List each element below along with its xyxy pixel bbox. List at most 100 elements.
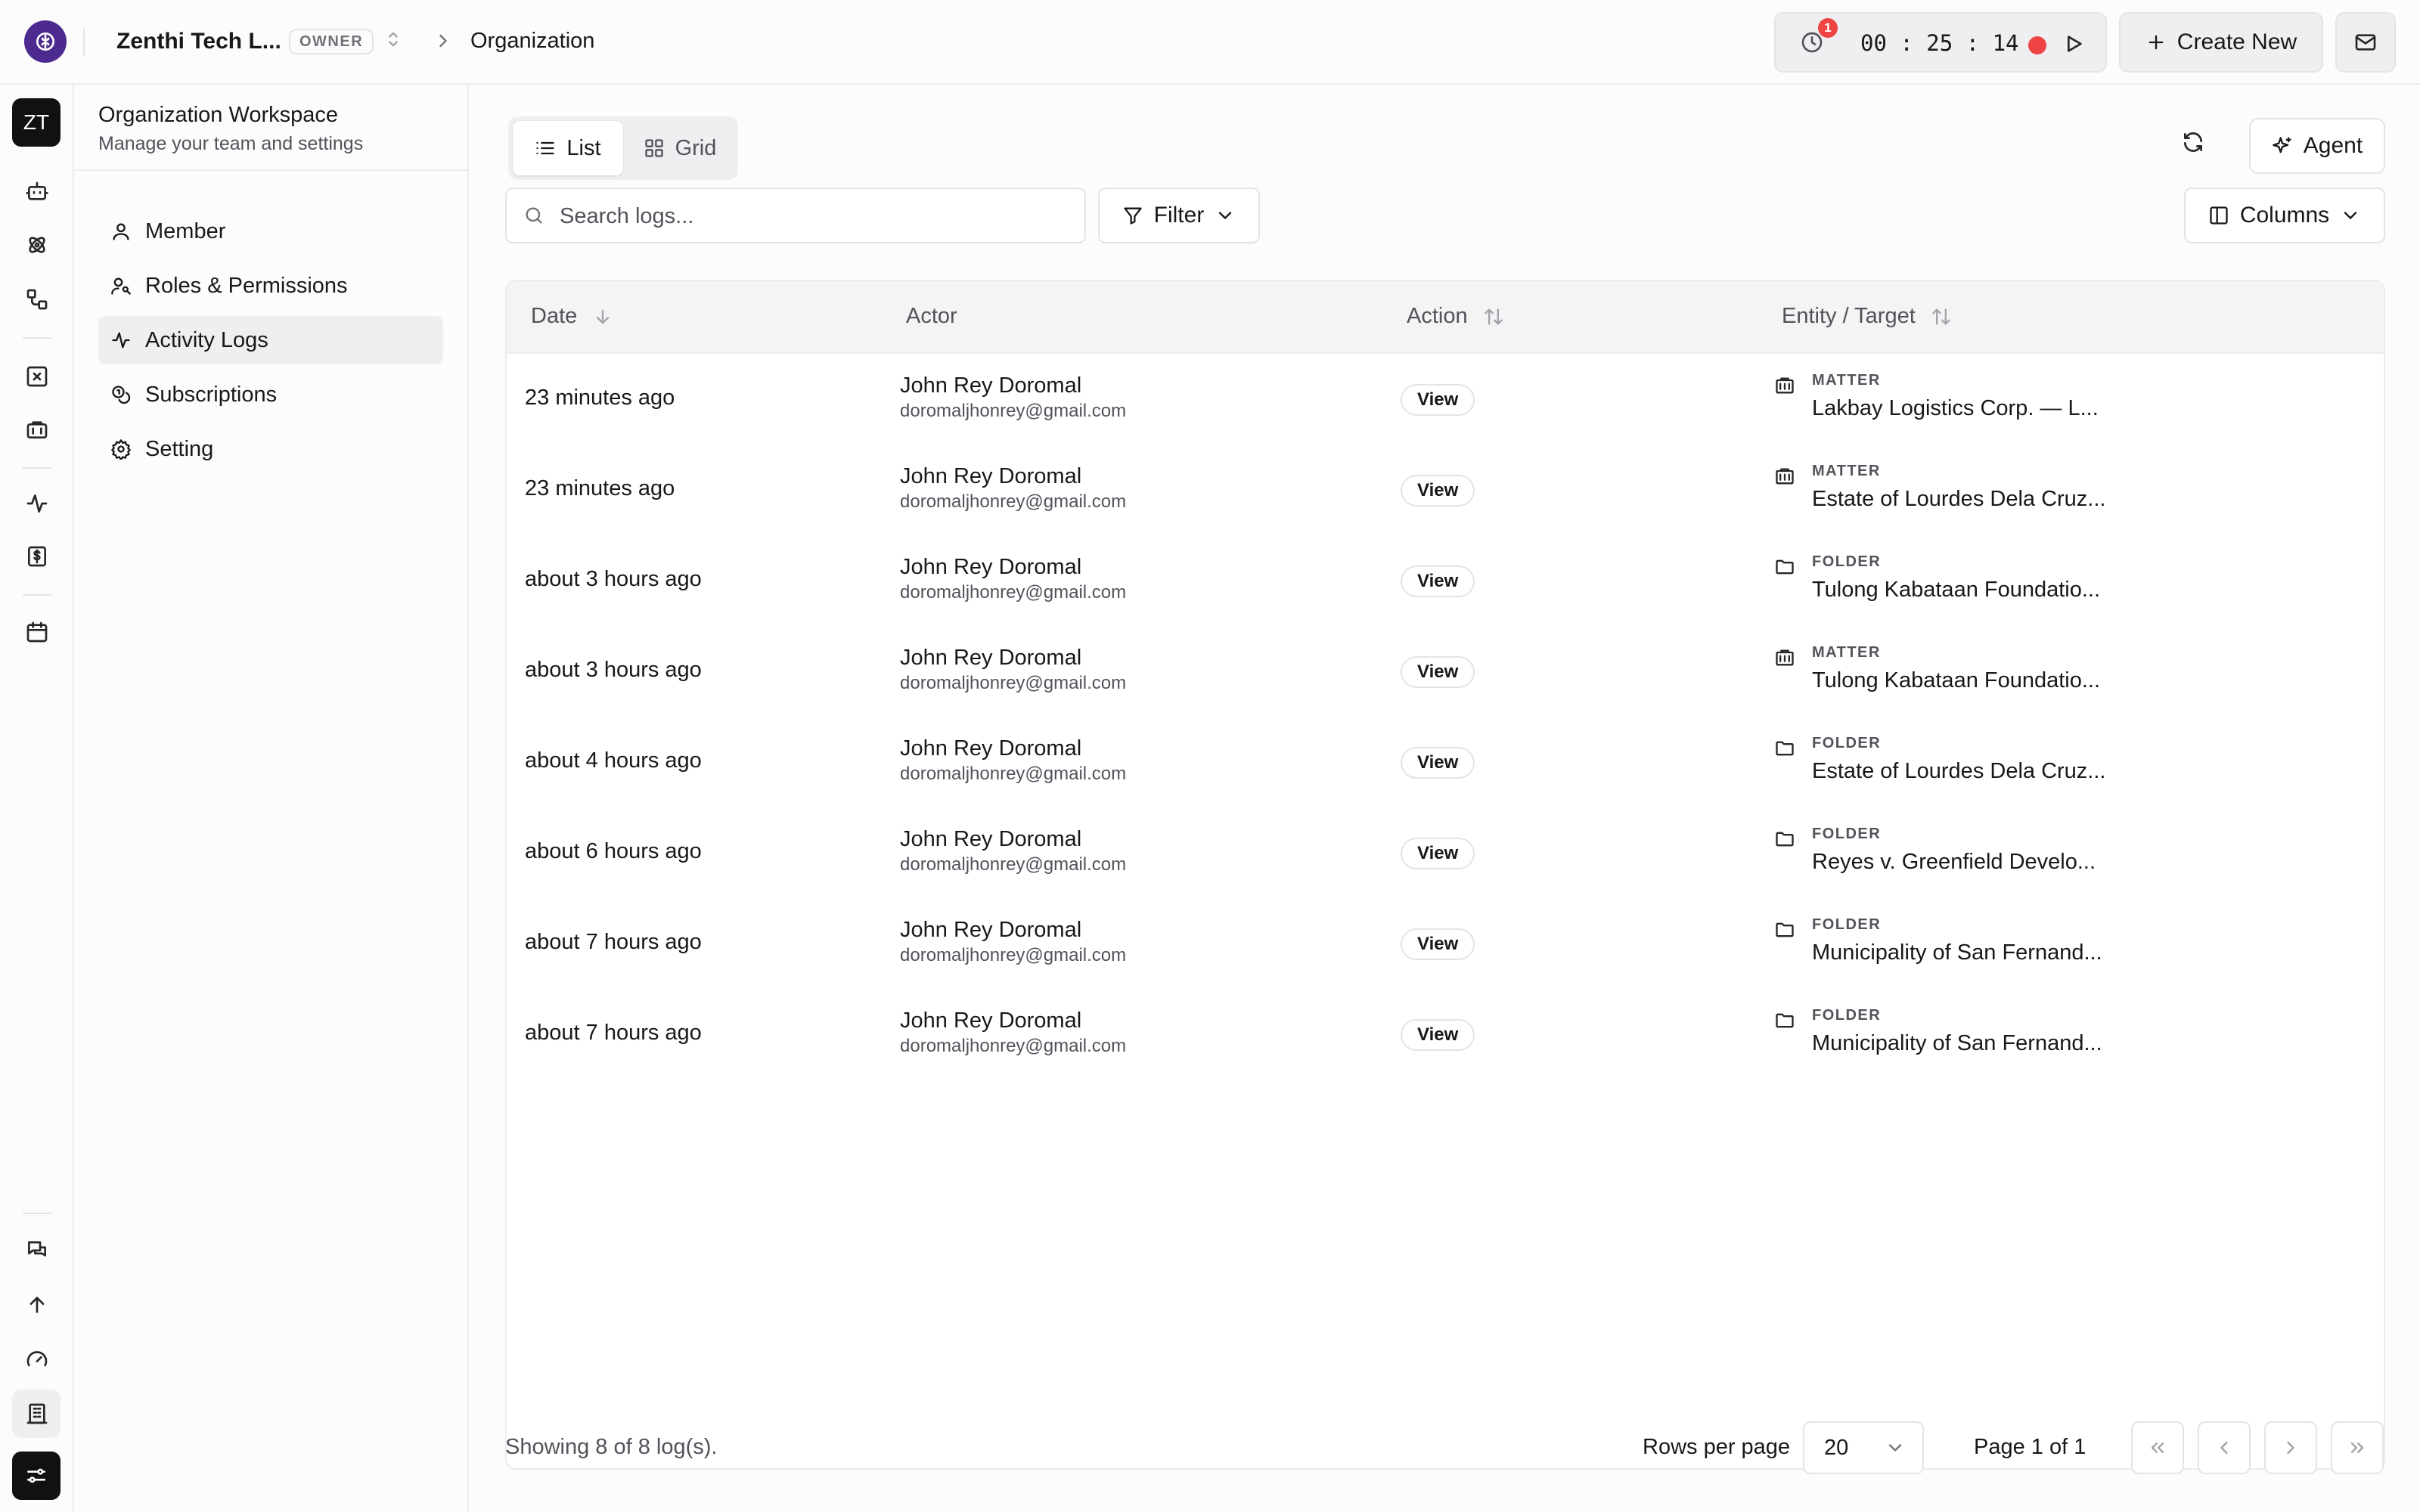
table-row[interactable]: about 7 hours ago John Rey Doromal doromal… — [507, 898, 2384, 989]
sidebar-item-activity-logs[interactable]: Activity Logs — [98, 316, 443, 364]
main-content: List Grid Agent Filter Columns Date — [469, 85, 2420, 1512]
log-date: about 6 hours ago — [525, 839, 702, 863]
sidebar-item-setting[interactable]: Setting — [98, 425, 443, 473]
activity-icon[interactable] — [25, 491, 49, 516]
column-header-date[interactable]: Date — [531, 304, 613, 329]
actor-email: doromaljhonrey@gmail.com — [900, 945, 1127, 965]
entity-type: MATTER — [1812, 644, 1881, 661]
chevrons-up-down-icon[interactable] — [383, 29, 404, 50]
briefcase-icon[interactable] — [25, 417, 49, 442]
arrow-up-icon[interactable] — [25, 1293, 49, 1317]
gauge-icon[interactable] — [25, 1347, 49, 1371]
create-new-label: Create New — [2176, 29, 2297, 54]
bot-icon[interactable] — [25, 180, 49, 204]
actor-email: doromaljhonrey@gmail.com — [900, 491, 1127, 512]
entity-name[interactable]: Estate of Lourdes Dela Cruz... — [1812, 487, 2105, 512]
chevron-right-icon — [2287, 1441, 2294, 1455]
create-new-button[interactable]: Create New — [2119, 12, 2323, 73]
org-name[interactable]: Zenthi Tech L... — [116, 29, 281, 54]
chevron-down-icon — [1219, 212, 1232, 219]
sidebar-subtitle: Manage your team and settings — [98, 133, 364, 154]
search-box — [505, 187, 1086, 243]
activity-table: Date Actor Action Entity / Target 23 min… — [505, 280, 2385, 1470]
first-page-button[interactable] — [2131, 1421, 2184, 1474]
messages-icon[interactable] — [25, 1238, 49, 1263]
filter-label: Filter — [1153, 203, 1205, 228]
briefcase-icon — [1774, 375, 1795, 396]
grid-icon — [644, 139, 663, 157]
view-list-tab[interactable]: List — [513, 121, 623, 175]
play-icon[interactable] — [2062, 32, 2086, 56]
sidebar-item-roles-permissions[interactable]: Roles & Permissions — [98, 262, 443, 310]
entity-name[interactable]: Municipality of San Fernand... — [1812, 1031, 2102, 1056]
sidebar-header: Organization Workspace Manage your team … — [74, 85, 467, 171]
square-x-icon[interactable] — [25, 364, 49, 389]
briefcase-icon — [1774, 466, 1795, 487]
view-toggle: List Grid — [508, 116, 738, 180]
sidebar-item-label: Member — [145, 218, 226, 243]
agent-button[interactable]: Agent — [2249, 118, 2385, 174]
rows-per-page-label: Rows per page — [1643, 1435, 1791, 1459]
building-icon[interactable] — [25, 1402, 49, 1426]
actor-name: John Rey Doromal — [900, 555, 1082, 579]
sidebar-item-label: Activity Logs — [145, 327, 268, 352]
time-tracker: 1 00 : 25 : 14 — [1774, 12, 2107, 73]
workspace-avatar[interactable]: ZT — [12, 98, 60, 147]
table-row[interactable]: 23 minutes ago John Rey Doromal doromaljho… — [507, 445, 2384, 535]
user-key-icon — [111, 277, 131, 295]
divider — [83, 29, 85, 56]
timer-value: 00 : 25 : 14 — [1860, 30, 2019, 56]
table-row[interactable]: about 3 hours ago John Rey Doromal doromal… — [507, 626, 2384, 717]
previous-page-button[interactable] — [2198, 1421, 2251, 1474]
columns-button[interactable]: Columns — [2184, 187, 2385, 243]
action-badge: View — [1401, 565, 1475, 597]
entity-name[interactable]: Tulong Kabataan Foundatio... — [1812, 668, 2100, 693]
entity-name[interactable]: Lakbay Logistics Corp. — L... — [1812, 396, 2099, 421]
table-row[interactable]: about 3 hours ago John Rey Doromal doromal… — [507, 535, 2384, 626]
search-input[interactable] — [560, 197, 1074, 236]
entity-name[interactable]: Municipality of San Fernand... — [1812, 940, 2102, 965]
app-logo[interactable] — [24, 20, 67, 63]
actor-name: John Rey Doromal — [900, 736, 1082, 761]
entity-type: MATTER — [1812, 372, 1881, 389]
icon-rail: ZT — [0, 85, 74, 1512]
action-badge: View — [1401, 656, 1475, 688]
refresh-icon[interactable] — [2181, 130, 2205, 154]
rail-divider — [23, 467, 51, 469]
entity-name[interactable]: Estate of Lourdes Dela Cruz... — [1812, 759, 2105, 784]
entity-type: FOLDER — [1812, 553, 1882, 570]
chevrons-left-icon — [2151, 1442, 2164, 1453]
rows-per-page-value: 20 — [1824, 1435, 1849, 1460]
next-page-button[interactable] — [2264, 1421, 2317, 1474]
sidebar-item-member[interactable]: Member — [98, 207, 443, 256]
view-grid-label: Grid — [675, 135, 717, 160]
preferences-button[interactable] — [12, 1452, 60, 1500]
sidebar-item-subscriptions[interactable]: Subscriptions — [98, 370, 443, 419]
table-row[interactable]: about 6 hours ago John Rey Doromal doromal… — [507, 807, 2384, 898]
mail-button[interactable] — [2335, 12, 2396, 73]
briefcase-icon — [1774, 647, 1795, 668]
table-row[interactable]: about 4 hours ago John Rey Doromal doromal… — [507, 717, 2384, 807]
columns-icon — [2210, 206, 2228, 225]
table-row[interactable]: about 7 hours ago John Rey Doromal doromal… — [507, 989, 2384, 1080]
workflow-icon[interactable] — [25, 287, 49, 311]
calendar-icon[interactable] — [25, 620, 49, 644]
columns-label: Columns — [2239, 203, 2330, 228]
activity-icon — [112, 332, 130, 349]
entity-name[interactable]: Reyes v. Greenfield Develo... — [1812, 850, 2096, 875]
last-page-button[interactable] — [2331, 1421, 2384, 1474]
record-button[interactable] — [2028, 36, 2046, 54]
folder-icon — [1774, 919, 1795, 940]
filter-button[interactable]: Filter — [1098, 187, 1260, 243]
rows-per-page-select[interactable]: 20 — [1803, 1421, 1924, 1474]
plus-icon — [2149, 35, 2164, 50]
column-header-action[interactable]: Action — [1407, 304, 1504, 329]
column-header-entity[interactable]: Entity / Target — [1782, 304, 1952, 329]
atom-icon[interactable] — [25, 233, 49, 257]
action-badge: View — [1401, 1019, 1475, 1051]
view-grid-tab[interactable]: Grid — [626, 121, 734, 175]
table-row[interactable]: 23 minutes ago John Rey Doromal doromaljho… — [507, 354, 2384, 445]
dollar-receipt-icon[interactable] — [25, 544, 49, 569]
results-count: Showing 8 of 8 log(s). — [505, 1435, 718, 1459]
entity-name[interactable]: Tulong Kabataan Foundatio... — [1812, 578, 2100, 603]
